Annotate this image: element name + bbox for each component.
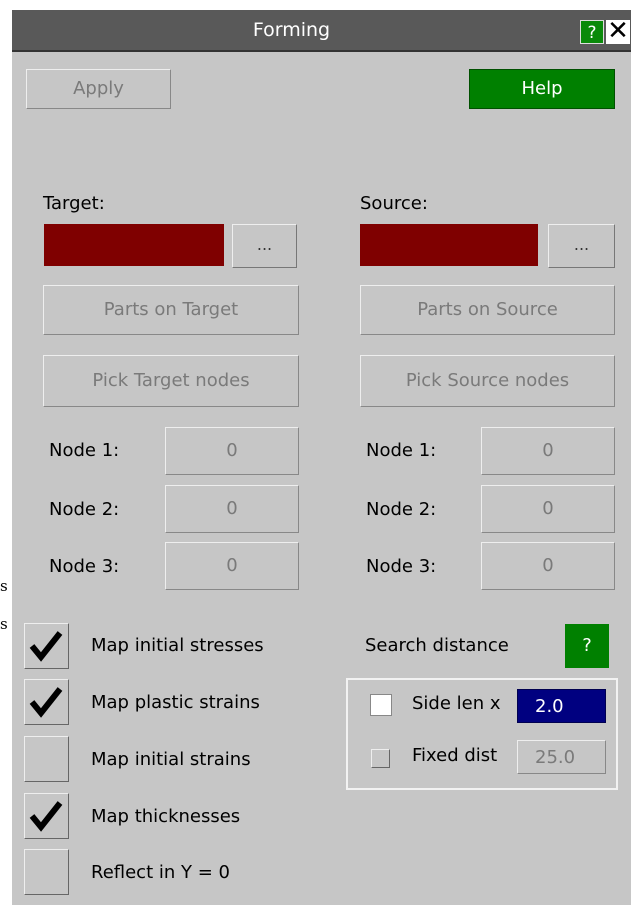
window-title: Forming (252, 19, 331, 41)
parts-on-target-button[interactable]: Parts on Target (43, 285, 299, 335)
target-node-2-label: Node 2: (49, 499, 120, 520)
side-len-label: Side len x (412, 693, 501, 714)
checkmark-icon (29, 631, 63, 662)
apply-button[interactable]: Apply (26, 69, 171, 109)
map-plastic-strains-checkbox[interactable] (24, 679, 69, 725)
close-icon[interactable]: ✕ (606, 18, 630, 44)
target-node-3-field[interactable]: 0 (165, 542, 299, 590)
search-distance-label: Search distance (365, 635, 509, 656)
source-heading: Source: (360, 193, 428, 214)
target-node-2-field[interactable]: 0 (165, 485, 299, 533)
source-node-1-label: Node 1: (366, 440, 437, 461)
parts-on-source-button[interactable]: Parts on Source (360, 285, 615, 335)
source-node-3-field[interactable]: 0 (481, 542, 615, 590)
target-more-button[interactable]: ... (232, 224, 297, 268)
stray-text-2: s (0, 615, 8, 633)
target-node-1-field[interactable]: 0 (165, 427, 299, 475)
window-help-button[interactable]: ? (580, 20, 604, 44)
map-initial-stresses-checkbox[interactable] (24, 623, 69, 669)
pick-target-nodes-button[interactable]: Pick Target nodes (43, 355, 299, 407)
fixed-dist-checkbox[interactable] (371, 749, 390, 768)
source-node-1-field[interactable]: 0 (481, 427, 615, 475)
help-button[interactable]: Help (469, 69, 615, 109)
map-thicknesses-label: Map thicknesses (91, 806, 241, 827)
title-bar[interactable]: Forming ? ✕ (12, 10, 631, 52)
pick-source-nodes-button[interactable]: Pick Source nodes (360, 355, 615, 407)
map-plastic-strains-label: Map plastic strains (91, 692, 260, 713)
fixed-dist-input[interactable]: 25.0 (517, 740, 606, 774)
reflect-y-checkbox[interactable] (24, 849, 69, 895)
source-node-2-label: Node 2: (366, 499, 437, 520)
search-distance-help-button[interactable]: ? (565, 624, 609, 668)
checkmark-icon (29, 687, 63, 718)
source-color-swatch[interactable] (360, 224, 538, 266)
side-len-checkbox[interactable] (370, 694, 392, 716)
forming-panel: Forming ? ✕ Apply Help Target: ... Parts… (12, 10, 631, 905)
target-node-3-label: Node 3: (49, 556, 120, 577)
source-node-3-label: Node 3: (366, 556, 437, 577)
target-node-1-label: Node 1: (49, 440, 120, 461)
source-node-2-field[interactable]: 0 (481, 485, 615, 533)
target-color-swatch[interactable] (44, 224, 224, 266)
map-initial-strains-checkbox[interactable] (24, 736, 69, 782)
map-initial-strains-label: Map initial strains (91, 749, 251, 770)
fixed-dist-label: Fixed dist (412, 745, 498, 766)
source-more-button[interactable]: ... (548, 224, 615, 268)
side-len-input[interactable]: 2.0 (517, 689, 606, 723)
reflect-y-label: Reflect in Y = 0 (91, 862, 230, 883)
checkmark-icon (29, 801, 63, 832)
map-initial-stresses-label: Map initial stresses (91, 635, 264, 656)
target-heading: Target: (43, 193, 105, 214)
stray-text-1: s (0, 577, 8, 595)
map-thicknesses-checkbox[interactable] (24, 793, 69, 839)
